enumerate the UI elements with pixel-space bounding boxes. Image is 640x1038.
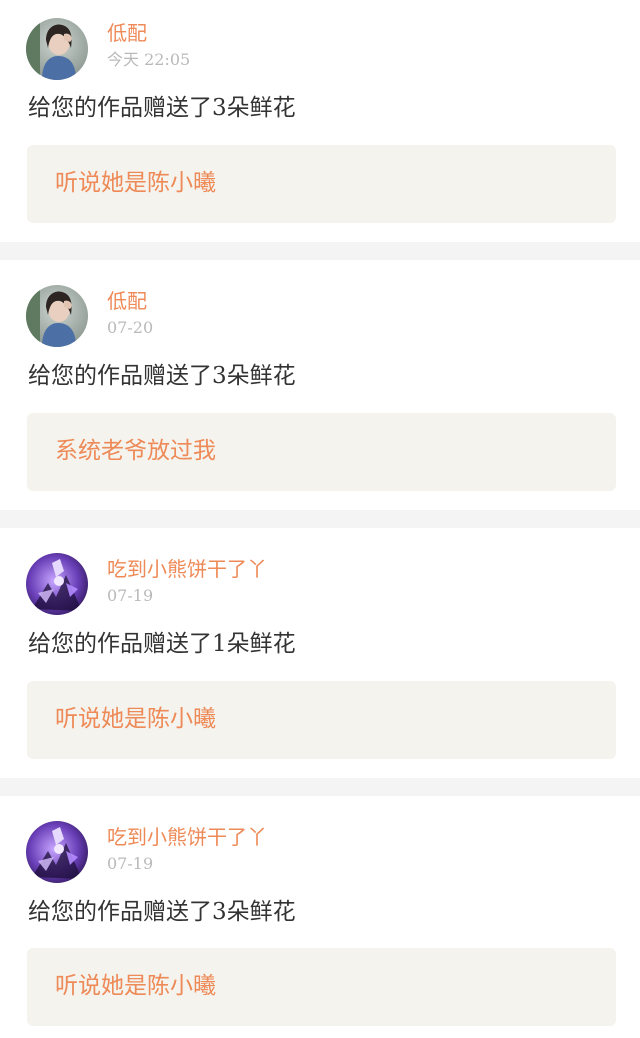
work-link-box[interactable]: 系统老爷放过我 <box>27 413 616 491</box>
anime-character-avatar-icon[interactable] <box>26 553 88 615</box>
user-photo-avatar-icon[interactable] <box>26 18 88 80</box>
work-link-box[interactable]: 听说她是陈小曦 <box>27 145 616 223</box>
user-name[interactable]: 低配 <box>107 288 147 314</box>
work-link-box[interactable]: 听说她是陈小曦 <box>27 681 616 759</box>
notification-card[interactable]: 低配 今天 22:05 给您的作品赠送了3朵鲜花 听说她是陈小曦 <box>0 0 640 242</box>
notification-card[interactable]: 吃到小熊饼干了丫 07-19 给您的作品赠送了1朵鲜花 听说她是陈小曦 <box>0 528 640 770</box>
gift-message: 给您的作品赠送了1朵鲜花 <box>28 631 296 657</box>
timestamp: 07-19 <box>107 854 154 873</box>
timestamp: 今天 22:05 <box>107 50 191 69</box>
notification-card[interactable]: 低配 07-20 给您的作品赠送了3朵鲜花 系统老爷放过我 <box>0 260 640 502</box>
user-photo-avatar-icon[interactable] <box>26 285 88 347</box>
gift-message: 给您的作品赠送了3朵鲜花 <box>28 899 296 925</box>
anime-character-avatar-icon[interactable] <box>26 821 88 883</box>
work-title[interactable]: 听说她是陈小曦 <box>55 970 216 1002</box>
work-title[interactable]: 听说她是陈小曦 <box>55 167 216 199</box>
divider <box>0 242 640 260</box>
timestamp: 07-20 <box>107 318 154 337</box>
divider <box>0 510 640 528</box>
notification-card[interactable]: 吃到小熊饼干了丫 07-19 给您的作品赠送了3朵鲜花 听说她是陈小曦 <box>0 796 640 1038</box>
timestamp: 07-19 <box>107 586 154 605</box>
user-name[interactable]: 吃到小熊饼干了丫 <box>107 824 267 850</box>
user-name[interactable]: 低配 <box>107 20 147 46</box>
work-title[interactable]: 系统老爷放过我 <box>55 435 216 467</box>
gift-message: 给您的作品赠送了3朵鲜花 <box>28 95 296 121</box>
work-link-box[interactable]: 听说她是陈小曦 <box>27 948 616 1026</box>
user-name[interactable]: 吃到小熊饼干了丫 <box>107 556 267 582</box>
work-title[interactable]: 听说她是陈小曦 <box>55 703 216 735</box>
gift-message: 给您的作品赠送了3朵鲜花 <box>28 363 296 389</box>
divider <box>0 778 640 796</box>
